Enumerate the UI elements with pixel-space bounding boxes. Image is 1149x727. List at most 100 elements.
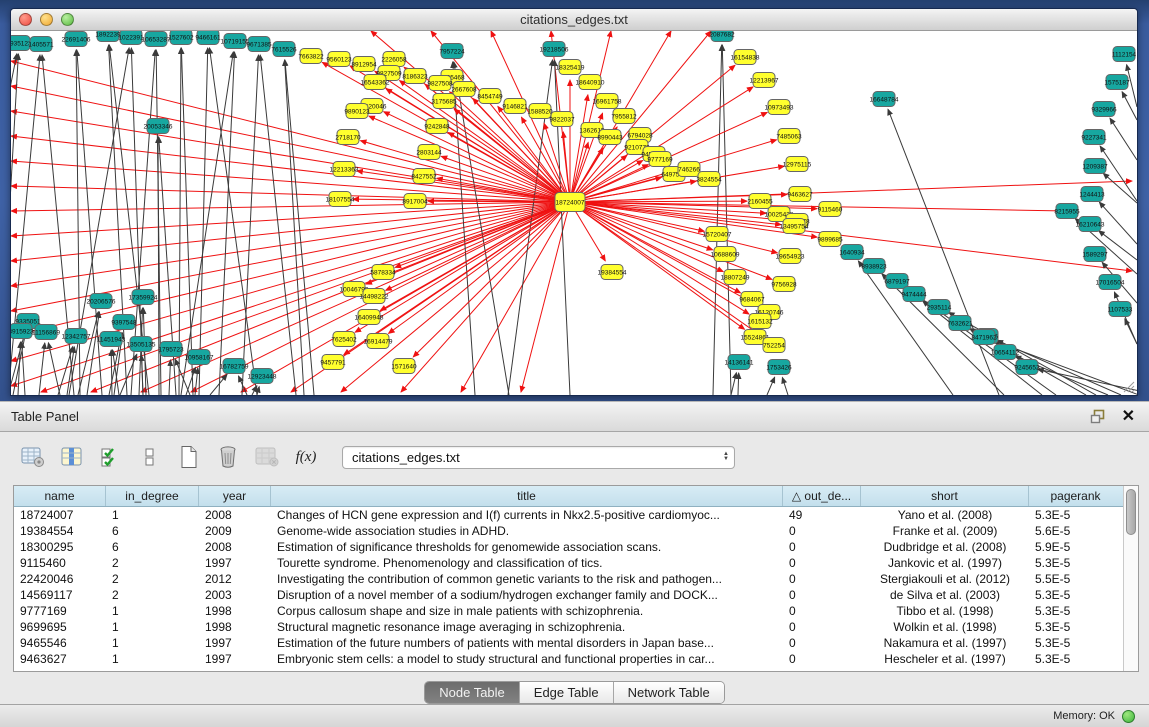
- citation-edge-red[interactable]: [570, 202, 772, 279]
- citation-edge-black[interactable]: [285, 60, 304, 395]
- network-node-yellow[interactable]: 2160455: [747, 194, 773, 209]
- network-node-teal[interactable]: 1892239: [95, 31, 121, 42]
- network-node-teal[interactable]: 3915923: [11, 324, 34, 339]
- citation-edge-black[interactable]: [738, 373, 739, 395]
- citation-edge-red[interactable]: [11, 202, 570, 261]
- network-node-yellow[interactable]: 9242848: [424, 119, 450, 134]
- column-header-in-degree[interactable]: in_degree: [106, 486, 199, 506]
- table-row[interactable]: 946362711997Embryonic stem cells: a mode…: [14, 651, 1123, 667]
- resize-grip-icon[interactable]: [1121, 379, 1135, 393]
- network-node-teal[interactable]: 8471962: [971, 330, 997, 345]
- citation-edge-red[interactable]: [360, 141, 570, 202]
- citation-edge-red[interactable]: [11, 202, 570, 361]
- network-node-yellow[interactable]: 9756928: [771, 277, 797, 292]
- citation-edge-black[interactable]: [199, 48, 208, 395]
- network-node-yellow[interactable]: 2226058: [381, 52, 407, 67]
- network-node-yellow[interactable]: 10688609: [711, 247, 740, 262]
- network-node-teal[interactable]: 9671385: [246, 37, 272, 52]
- table-vertical-scrollbar[interactable]: [1123, 486, 1138, 671]
- citation-edge-red[interactable]: [380, 202, 570, 311]
- citation-edge-black[interactable]: [1125, 319, 1137, 344]
- network-node-yellow[interactable]: 16961758: [593, 94, 622, 109]
- citation-edge-black[interactable]: [260, 55, 296, 395]
- network-node-yellow[interactable]: 9822037: [549, 112, 575, 127]
- network-node-yellow[interactable]: 8454749: [477, 89, 503, 104]
- network-node-yellow[interactable]: 18107554: [326, 192, 355, 207]
- network-node-yellow[interactable]: 13495754: [780, 219, 809, 234]
- table-row[interactable]: 1938455462009Genome-wide association stu…: [14, 523, 1123, 539]
- network-node-teal[interactable]: 9329966: [1091, 102, 1117, 117]
- network-node-yellow[interactable]: 9827508: [427, 76, 453, 91]
- network-node-teal[interactable]: 1107533: [1108, 302, 1133, 317]
- citation-edge-black[interactable]: [1103, 173, 1137, 203]
- citation-edge-black[interactable]: [158, 137, 159, 395]
- table-row[interactable]: 977716911998Corpus callosum shape and si…: [14, 603, 1123, 619]
- citation-edge-red[interactable]: [521, 117, 570, 202]
- network-node-teal[interactable]: 20053346: [144, 119, 173, 134]
- network-node-yellow[interactable]: 9115460: [818, 202, 843, 217]
- network-node-teal[interactable]: 11156869: [32, 325, 60, 340]
- citation-edge-black[interactable]: [257, 387, 259, 395]
- network-node-teal[interactable]: 12342757: [62, 329, 91, 344]
- network-node-yellow[interactable]: 16154838: [731, 50, 760, 65]
- network-node-teal[interactable]: 16782759: [220, 359, 249, 374]
- citation-edge-black[interactable]: [1100, 146, 1137, 201]
- citation-edge-black[interactable]: [195, 368, 198, 395]
- tab-network-table[interactable]: Network Table: [614, 682, 724, 703]
- network-node-yellow[interactable]: 7625402: [331, 332, 357, 347]
- network-node-yellow[interactable]: 18807249: [721, 270, 750, 285]
- citation-edge-black[interactable]: [210, 374, 227, 395]
- citation-edge-red[interactable]: [11, 61, 570, 202]
- citation-edge-black[interactable]: [722, 45, 731, 395]
- network-node-yellow[interactable]: 8186323: [402, 69, 428, 84]
- network-node-yellow[interactable]: 10973493: [765, 100, 794, 115]
- network-node-teal[interactable]: 13505135: [127, 337, 156, 352]
- network-node-teal[interactable]: 16648784: [870, 92, 899, 107]
- network-node-yellow[interactable]: 9560123: [326, 52, 352, 67]
- network-node-teal[interactable]: 10958167: [185, 350, 214, 365]
- table-row[interactable]: 1872400712008Changes of HCN gene express…: [14, 507, 1123, 523]
- citation-edge-red[interactable]: [461, 202, 570, 392]
- network-node-teal[interactable]: 8938923: [861, 259, 887, 274]
- network-node-teal[interactable]: 9245652: [1014, 360, 1040, 375]
- network-node-yellow[interactable]: 14498222: [360, 289, 389, 304]
- network-node-teal[interactable]: 19218506: [540, 42, 569, 57]
- table-row[interactable]: 1830029562008Estimation of significance …: [14, 539, 1123, 555]
- tab-edge-table[interactable]: Edge Table: [520, 682, 614, 703]
- network-node-teal[interactable]: 1795723: [158, 342, 184, 357]
- column-header-short[interactable]: short: [861, 486, 1029, 506]
- network-node-teal[interactable]: 1244413: [1079, 187, 1105, 202]
- network-node-yellow[interactable]: 3175685: [431, 94, 457, 109]
- network-node-teal[interactable]: 17359924: [129, 290, 158, 305]
- citation-edge-black[interactable]: [111, 350, 112, 395]
- function-builder-icon[interactable]: f(x): [293, 444, 319, 470]
- citation-edge-black[interactable]: [767, 377, 775, 395]
- network-node-yellow[interactable]: 18640910: [576, 75, 605, 90]
- citation-edge-black[interactable]: [285, 60, 314, 395]
- network-node-yellow[interactable]: 16409948: [355, 310, 384, 325]
- network-node-teal[interactable]: 22691406: [62, 32, 91, 47]
- citation-edge-red[interactable]: [570, 31, 611, 202]
- column-header-title[interactable]: title: [271, 486, 783, 506]
- network-node-yellow[interactable]: 7955812: [611, 109, 637, 124]
- network-node-yellow[interactable]: 16914479: [364, 334, 393, 349]
- network-node-teal[interactable]: 2087682: [709, 31, 735, 42]
- network-node-yellow[interactable]: 9890123: [344, 104, 370, 119]
- network-node-teal[interactable]: 12923448: [248, 369, 277, 384]
- network-node-yellow[interactable]: 1571640: [391, 359, 417, 374]
- column-header-year[interactable]: year: [199, 486, 271, 506]
- network-node-yellow[interactable]: 7485063: [776, 129, 802, 144]
- clear-selection-icon[interactable]: [137, 444, 163, 470]
- minimize-window-icon[interactable]: [40, 13, 53, 26]
- network-node-teal[interactable]: 7615526: [271, 42, 297, 57]
- column-header-name[interactable]: name: [14, 486, 106, 506]
- network-view-window[interactable]: citations_edges.txt 19351231405571226914…: [10, 8, 1138, 396]
- network-node-teal[interactable]: 7957224: [439, 44, 465, 59]
- network-node-yellow[interactable]: 2667608: [451, 82, 477, 97]
- network-node-yellow[interactable]: 2803144: [416, 145, 442, 160]
- table-row[interactable]: 1456911722003Disruption of a novel membe…: [14, 587, 1123, 603]
- close-panel-icon[interactable]: ✕: [1122, 409, 1135, 425]
- network-node-yellow[interactable]: 9777169: [647, 152, 673, 167]
- delete-table-icon[interactable]: [254, 444, 280, 470]
- network-node-teal[interactable]: 7632621: [947, 316, 973, 331]
